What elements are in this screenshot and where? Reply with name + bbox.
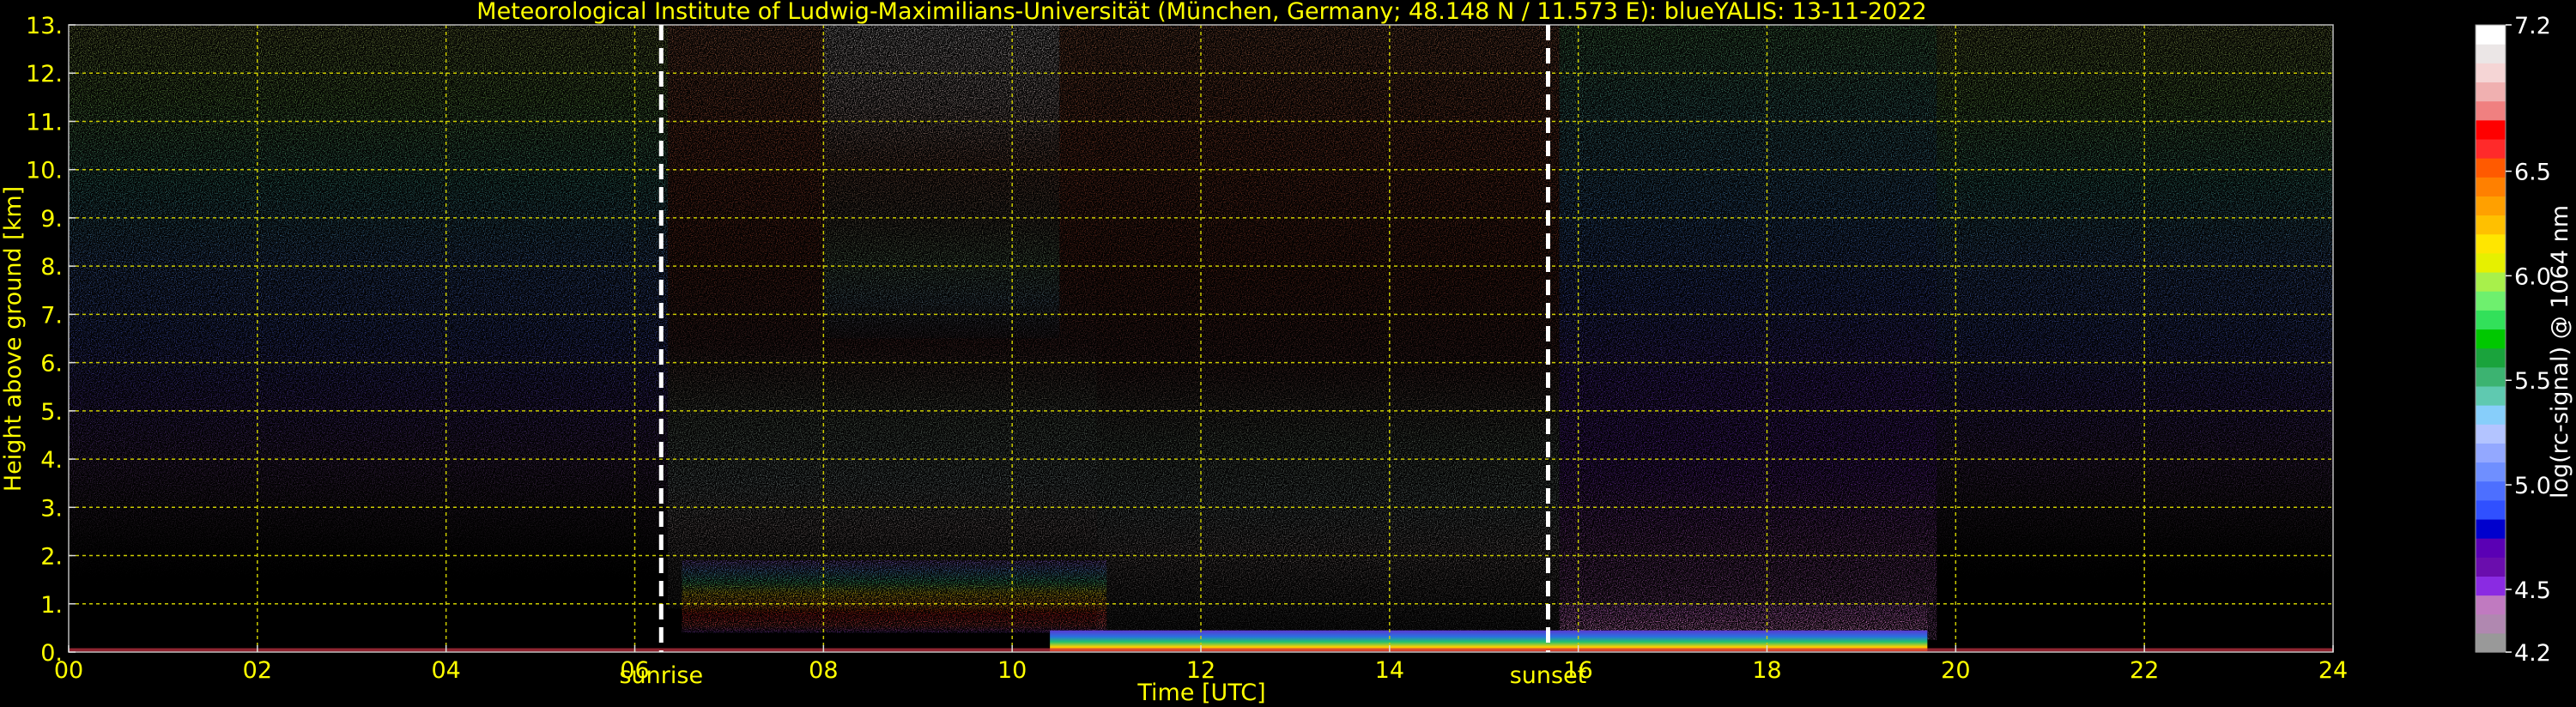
colorbar-swatch	[2476, 366, 2506, 387]
colorbar-swatch	[2476, 385, 2506, 406]
x-tick-label: 08	[809, 657, 838, 684]
colorbar-swatch	[2476, 25, 2506, 45]
backscatter-field	[69, 25, 2333, 652]
x-tick-label: 18	[1752, 657, 1781, 684]
y-tick-label: 8.	[40, 254, 63, 281]
x-tick-label: 14	[1375, 657, 1404, 684]
colorbar-swatch	[2476, 424, 2506, 444]
colorbar-swatch	[2476, 100, 2506, 121]
colorbar-swatch	[2476, 595, 2506, 615]
colorbar-swatch	[2476, 82, 2506, 102]
colorbar-swatch	[2476, 405, 2506, 425]
y-tick-label: 4.	[40, 447, 63, 474]
colorbar-swatch	[2476, 138, 2506, 159]
colorbar-swatch	[2476, 233, 2506, 254]
colorbar-tick-label: 4.5	[2514, 577, 2551, 604]
colorbar-swatch	[2476, 252, 2506, 273]
y-tick-label: 10.	[26, 158, 63, 184]
colorbar: 4.2 4.5 5.0 5.5 6.0 6.5 7.2	[2475, 13, 2551, 667]
x-tick-label: 06	[620, 657, 649, 684]
y-tick-label: 5.	[40, 399, 63, 426]
colorbar-swatch	[2476, 177, 2506, 196]
x-tick-label: 20	[1941, 657, 1970, 684]
y-tick-label: 11.	[26, 109, 63, 136]
y-tick-label: 12.	[26, 61, 63, 88]
colorbar-swatch	[2476, 329, 2506, 349]
chart-title: Meteorological Institute of Ludwig-Maxim…	[476, 0, 1926, 25]
colorbar-swatch	[2476, 347, 2506, 368]
colorbar-swatch	[2476, 480, 2506, 501]
colorbar-swatch	[2476, 158, 2506, 178]
y-tick-label: 6.	[40, 351, 63, 378]
x-tick-label: 22	[2130, 657, 2159, 684]
y-tick-label: 13.	[26, 13, 63, 39]
colorbar-swatch	[2476, 196, 2506, 216]
colorbar-swatch	[2476, 215, 2506, 235]
colorbar-swatch	[2476, 632, 2506, 653]
colorbar-swatch	[2476, 443, 2506, 463]
colorbar-swatch	[2476, 499, 2506, 520]
x-tick-label: 24	[2318, 657, 2348, 684]
y-tick-label: 1.	[40, 592, 63, 619]
colorbar-swatch	[2476, 271, 2506, 292]
x-tick-label: 04	[431, 657, 460, 684]
colorbar-swatch	[2476, 613, 2506, 634]
colorbar-swatch	[2476, 557, 2506, 577]
colorbar-tick-label: 6.5	[2514, 160, 2551, 186]
colorbar-swatch	[2476, 63, 2506, 83]
colorbar-swatch	[2476, 462, 2506, 482]
colorbar-tick-label: 6.0	[2514, 263, 2551, 290]
lidar-chart: Meteorological Institute of Ludwig-Maxim…	[0, 0, 2573, 706]
y-tick-label: 7.	[40, 302, 63, 329]
y-tick-label: 2.	[40, 544, 63, 571]
colorbar-swatch	[2476, 538, 2506, 558]
colorbar-tick-label: 5.0	[2514, 473, 2551, 499]
colorbar-swatch	[2476, 576, 2506, 596]
colorbar-swatch	[2476, 119, 2506, 140]
y-tick-label: 3.	[40, 495, 63, 522]
colorbar-tick-label: 4.2	[2514, 640, 2551, 667]
x-tick-label: 10	[997, 657, 1027, 684]
colorbar-label: log(rc-signal) @ 1064 nm	[2547, 205, 2573, 499]
colorbar-swatch	[2476, 291, 2506, 311]
y-axis-label: Height above ground [km]	[0, 186, 27, 492]
x-tick-label: 02	[243, 657, 272, 684]
colorbar-tick-label: 7.2	[2514, 13, 2551, 39]
x-axis-label: Time [UTC]	[1136, 680, 1265, 706]
colorbar-swatch	[2476, 518, 2506, 539]
colorbar-swatch	[2476, 310, 2506, 330]
y-tick-label: 0.	[40, 640, 63, 667]
y-tick-label: 9.	[40, 206, 63, 233]
colorbar-swatch	[2476, 44, 2506, 63]
colorbar-tick-label: 5.5	[2514, 368, 2551, 395]
x-tick-label: 16	[1563, 657, 1592, 684]
